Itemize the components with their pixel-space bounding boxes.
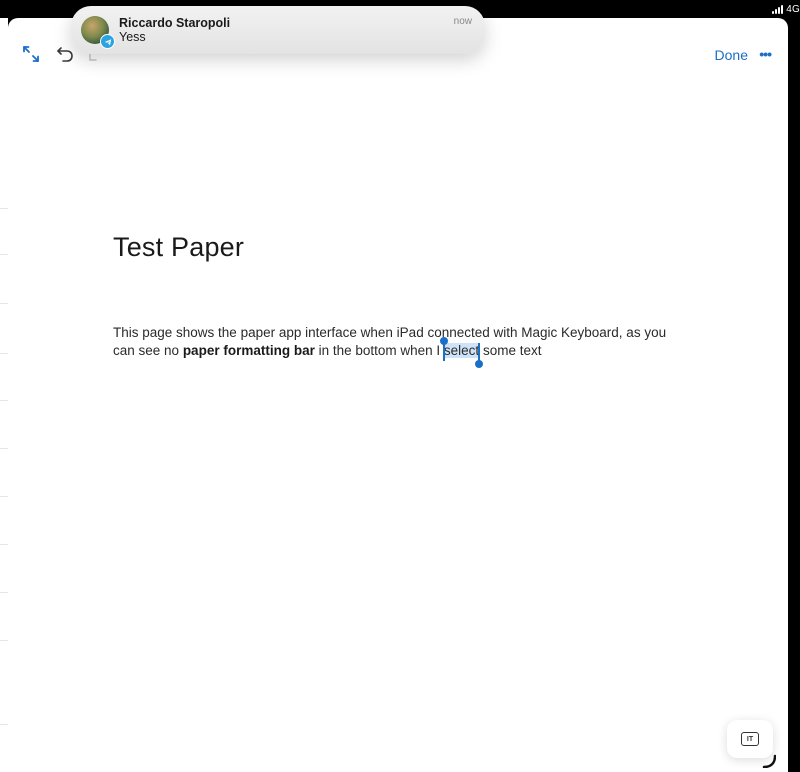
body-text-segment: in the bottom when I bbox=[314, 342, 444, 358]
telegram-icon bbox=[100, 34, 115, 49]
background-app-pane bbox=[0, 18, 8, 772]
notification-banner[interactable]: Riccardo Staropoli Yess now bbox=[71, 6, 485, 54]
selection-end-caret bbox=[478, 342, 481, 362]
body-text-segment: some text bbox=[479, 342, 542, 358]
document-title[interactable]: Test Paper bbox=[113, 232, 244, 263]
ipad-screen: 4G Done ••• Test Paper This page shows t… bbox=[0, 0, 800, 772]
notification-time: now bbox=[453, 16, 472, 27]
notification-sender: Riccardo Staropoli bbox=[119, 16, 231, 30]
selected-text: select bbox=[443, 342, 480, 358]
document-body-text[interactable]: This page shows the paper app interface … bbox=[113, 324, 673, 368]
resize-corner-icon bbox=[762, 754, 776, 768]
selection-end-handle[interactable] bbox=[475, 359, 484, 368]
text-selection[interactable]: select bbox=[439, 336, 484, 368]
undo-icon[interactable] bbox=[54, 44, 76, 64]
keyboard-icon: IT bbox=[741, 732, 759, 746]
keyboard-language-button[interactable]: IT bbox=[727, 720, 773, 758]
network-type: 4G bbox=[786, 3, 800, 15]
expand-icon[interactable] bbox=[20, 44, 42, 64]
cellular-signal-icon bbox=[772, 4, 784, 14]
paper-editor-sheet: Done ••• Test Paper This page shows the … bbox=[8, 18, 788, 772]
done-button[interactable]: Done bbox=[715, 47, 748, 63]
body-bold-text: paper formatting bar bbox=[182, 342, 315, 358]
selection-start-handle[interactable] bbox=[439, 336, 448, 345]
status-bar: 4G bbox=[772, 0, 800, 18]
more-options-button[interactable]: ••• bbox=[759, 46, 772, 62]
keyboard-language-label: IT bbox=[746, 735, 754, 743]
notification-message: Yess bbox=[119, 30, 146, 44]
